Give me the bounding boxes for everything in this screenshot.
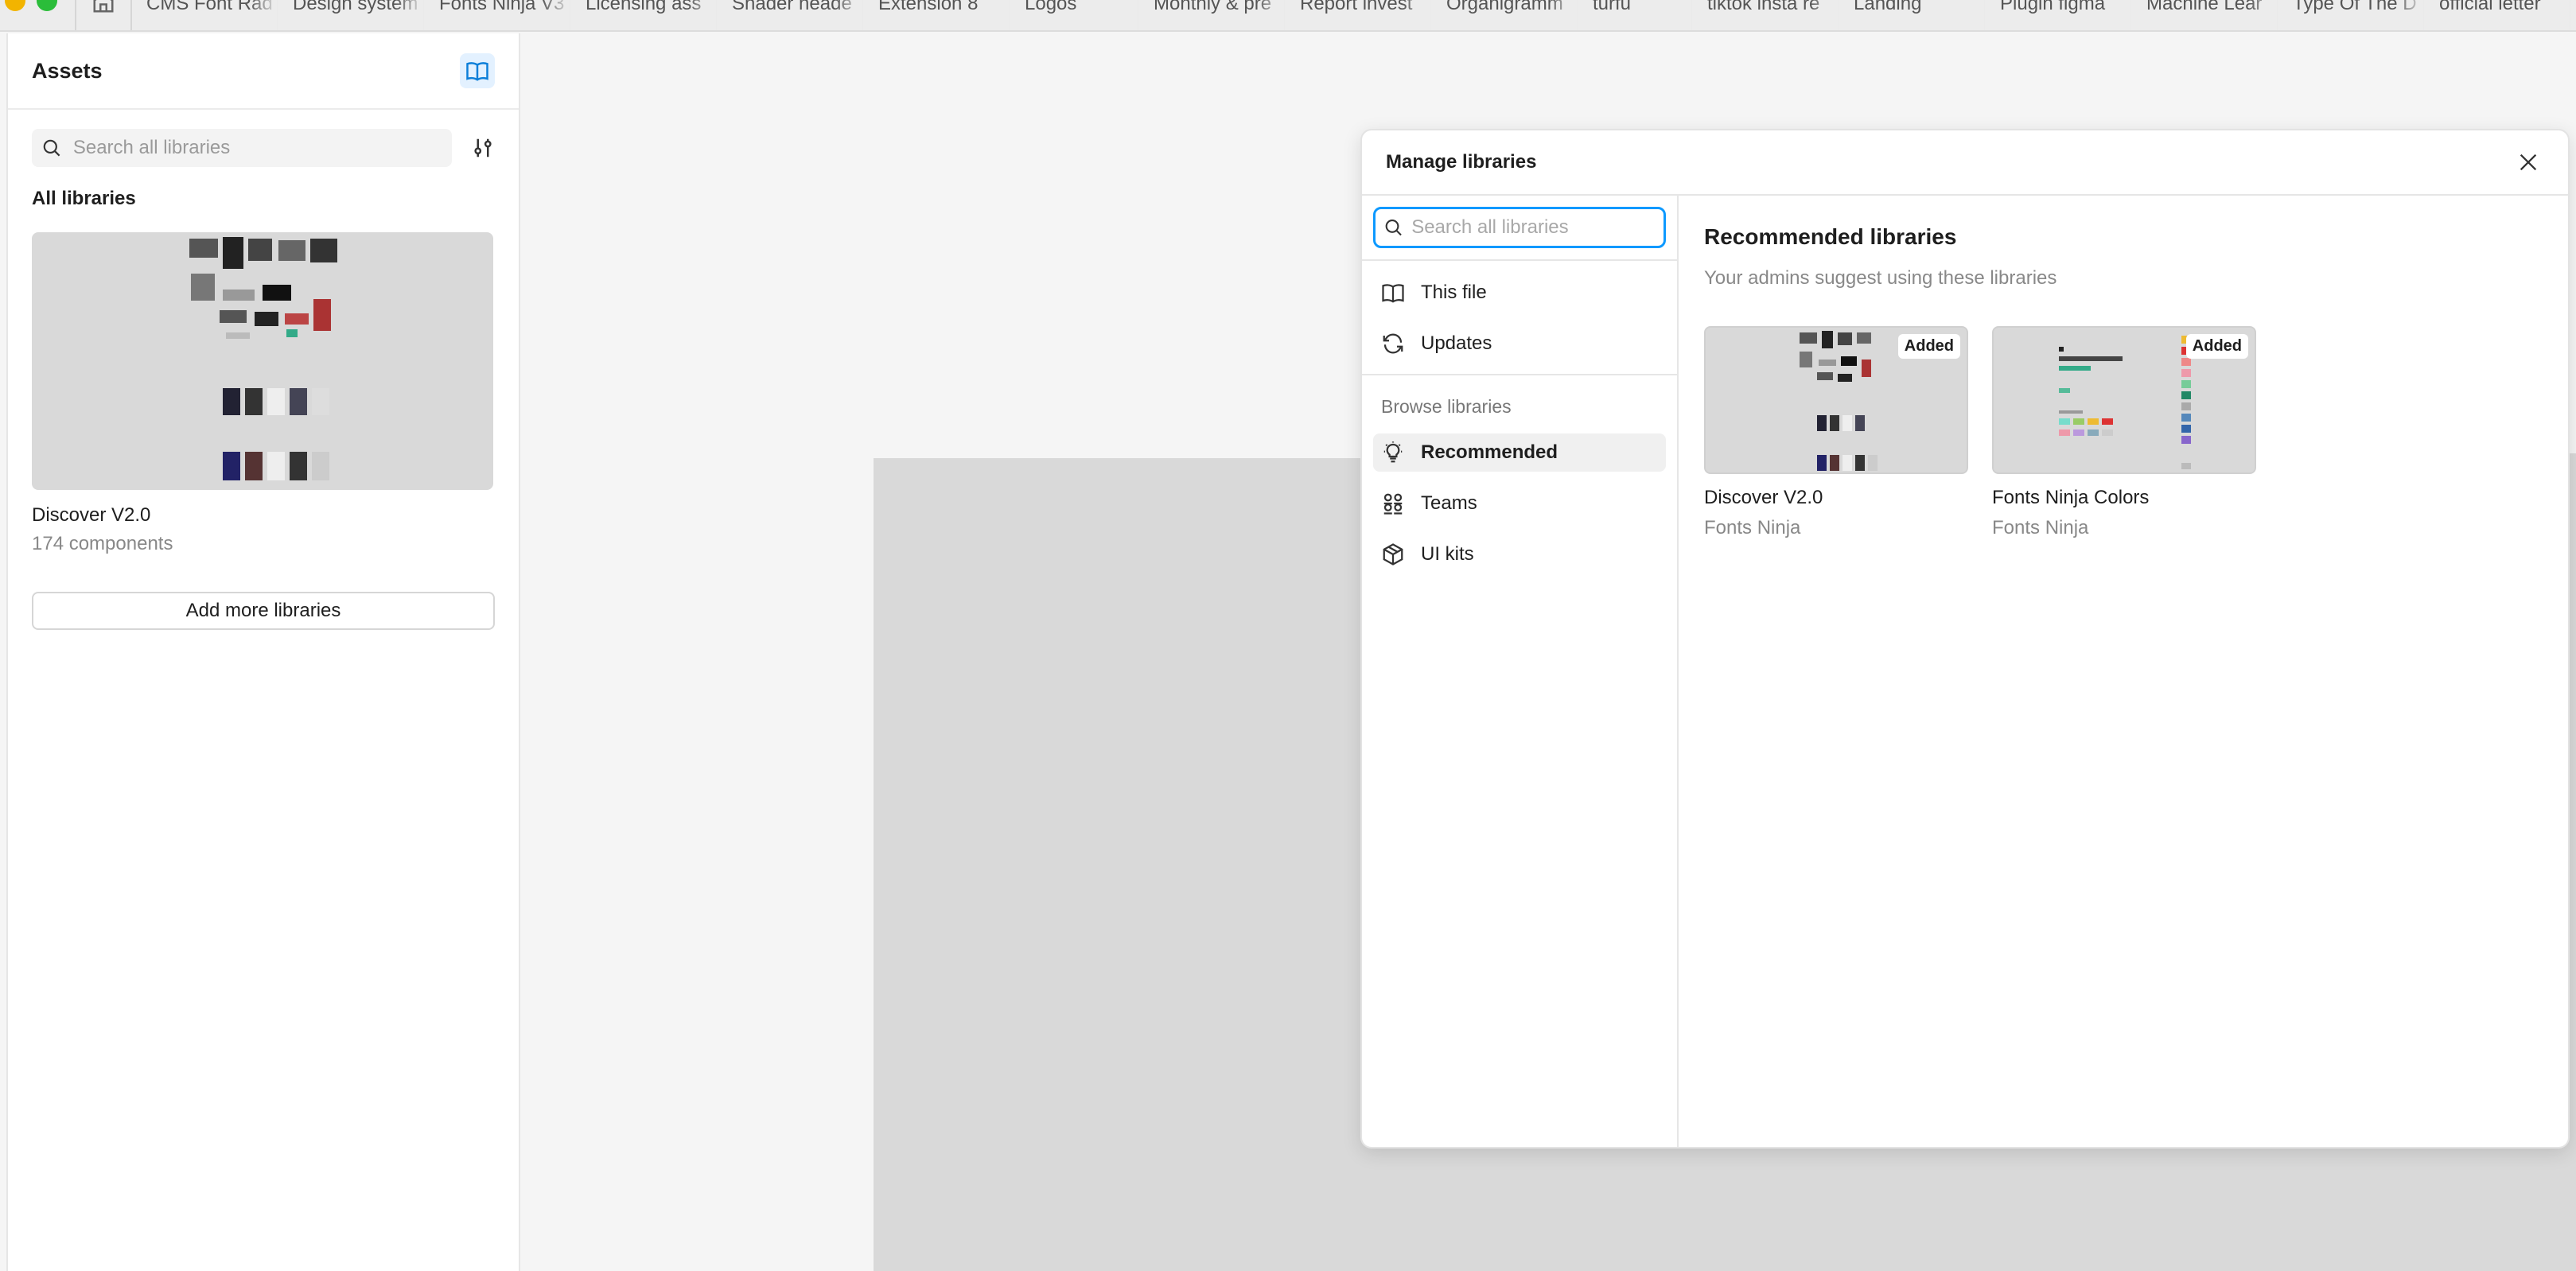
add-more-libraries-button[interactable]: Add more libraries — [32, 592, 495, 630]
sidebar-item-label: Recommended — [1421, 441, 1558, 463]
library-count: 174 components — [32, 533, 173, 554]
assets-search-input[interactable] — [72, 137, 452, 159]
modal-header: Manage libraries — [1362, 130, 2568, 196]
file-tab[interactable]: CMS Font Rad — [132, 0, 278, 30]
sidebar-item-teams[interactable]: Teams — [1373, 484, 1666, 523]
sidebar-group: This file Updates — [1362, 259, 1677, 375]
browse-libraries-label: Browse libraries — [1381, 396, 1512, 417]
sidebar-item-updates[interactable]: Updates — [1373, 325, 1666, 363]
sidebar-item-label: UI kits — [1421, 543, 1474, 565]
browse-list: Recommended Teams UI kits — [1362, 433, 1677, 573]
close-button[interactable] — [2512, 146, 2544, 178]
recommended-title: Recommended libraries — [1704, 224, 1957, 249]
library-thumbnail — [32, 232, 493, 490]
file-tab[interactable]: Licensing ass — [571, 0, 718, 30]
file-tab[interactable]: Type Of The D — [2278, 0, 2425, 30]
libraries-button[interactable] — [460, 53, 495, 88]
recommended-subtitle: Your admins suggest using these librarie… — [1704, 267, 2057, 289]
library-card-fonts-ninja-colors[interactable]: Added Fonts Ninja Colors Fonts Ninja — [1992, 326, 2256, 539]
sidebar-item-label: Updates — [1421, 332, 1492, 354]
file-tab[interactable]: turfu — [1578, 0, 1693, 30]
refresh-icon — [1383, 333, 1403, 354]
home-icon — [93, 0, 114, 13]
assets-title: Assets — [32, 58, 103, 83]
modal-title: Manage libraries — [1386, 151, 1537, 173]
tab-bar: CMS Font Rad Design system Fonts Ninja V… — [0, 0, 2576, 32]
home-tab[interactable] — [75, 0, 132, 30]
file-tab[interactable]: Plugin figma — [1986, 0, 2132, 30]
file-tab[interactable]: Report invest — [1286, 0, 1432, 30]
lightbulb-icon — [1383, 441, 1403, 463]
book-icon — [1382, 284, 1404, 303]
library-team: Fonts Ninja — [1992, 517, 2089, 538]
file-tab[interactable]: Extension 8 — [864, 0, 1010, 30]
library-name: Discover V2.0 — [1704, 487, 1823, 508]
file-tab[interactable]: Logos — [1010, 0, 1139, 30]
close-icon — [2520, 154, 2537, 171]
sidebar-item-label: Teams — [1421, 492, 1477, 514]
window-controls — [0, 0, 75, 30]
sidebar-item-recommended[interactable]: Recommended — [1373, 433, 1666, 472]
file-tab[interactable]: Design system — [278, 0, 425, 30]
assets-header: Assets — [8, 33, 519, 110]
search-icon — [1385, 220, 1402, 236]
file-tab[interactable]: tiktok insta re — [1693, 0, 1839, 30]
manage-libraries-modal: Manage libraries This file Updates Brows… — [1360, 129, 2570, 1149]
sidebar-item-ui-kits[interactable]: UI kits — [1373, 535, 1666, 573]
library-card[interactable]: Discover V2.0 174 components — [32, 232, 495, 555]
assets-panel: Assets All libraries — [6, 33, 520, 1271]
assets-search-box[interactable] — [32, 129, 452, 167]
minimize-button[interactable] — [5, 0, 25, 11]
maximize-button[interactable] — [37, 0, 57, 11]
filter-icon[interactable] — [471, 136, 495, 160]
search-icon — [43, 139, 60, 157]
teams-icon — [1383, 493, 1403, 515]
assets-search-row — [8, 129, 519, 167]
modal-search-input[interactable] — [1411, 216, 1664, 239]
modal-body: This file Updates Browse libraries Recom… — [1362, 196, 2568, 1147]
recommended-grid: Added Discover V2.0 Fonts Ninja Added Fo… — [1704, 326, 2543, 539]
all-libraries-label: All libraries — [32, 188, 136, 209]
modal-sidebar: This file Updates Browse libraries Recom… — [1362, 196, 1679, 1147]
library-team: Fonts Ninja — [1704, 517, 1801, 538]
modal-main: Recommended libraries Your admins sugges… — [1679, 196, 2568, 1147]
book-icon — [466, 62, 488, 81]
modal-search-box[interactable] — [1373, 207, 1666, 248]
file-tab[interactable]: Landing — [1839, 0, 1986, 30]
sidebar-item-this-file[interactable]: This file — [1373, 274, 1666, 312]
file-tab[interactable]: Organigramm — [1432, 0, 1578, 30]
library-name: Fonts Ninja Colors — [1992, 487, 2150, 508]
added-badge: Added — [2185, 334, 2248, 359]
library-card-discover[interactable]: Added Discover V2.0 Fonts Ninja — [1704, 326, 1968, 539]
file-tab[interactable]: Monthly & pre — [1139, 0, 1286, 30]
sidebar-item-label: This file — [1421, 282, 1487, 303]
library-thumbnail: Added — [1704, 326, 1968, 474]
library-name: Discover V2.0 — [32, 504, 151, 526]
library-thumbnail: Added — [1992, 326, 2256, 474]
file-tab[interactable]: Shader heade — [718, 0, 864, 30]
file-tab[interactable]: official letter — [2425, 0, 2571, 30]
added-badge: Added — [1897, 334, 1960, 359]
package-icon — [1383, 543, 1403, 566]
file-tab[interactable]: Machine Lear — [2132, 0, 2278, 30]
file-tab[interactable]: Fonts Ninja V3 — [425, 0, 571, 30]
